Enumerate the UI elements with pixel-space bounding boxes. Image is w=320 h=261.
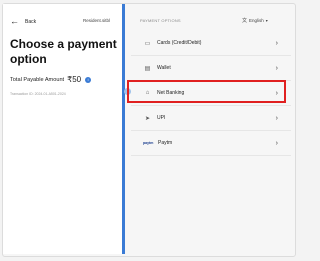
chevron-right-icon: › <box>275 64 278 72</box>
section-label: PAYMENT OPTIONS <box>140 18 181 23</box>
language-label: English <box>249 18 264 23</box>
arrow-left-icon: ← <box>10 16 19 26</box>
chevron-right-icon: › <box>275 114 278 122</box>
amount-row: Total Payable Amount ₹50 i <box>10 75 92 84</box>
option-label: Paytm <box>158 140 173 146</box>
merchant-name: Resident.sitbl <box>83 18 111 23</box>
amount-label: Total Payable Amount <box>10 76 65 83</box>
page-title: Choose a payment option <box>10 37 117 66</box>
back-button[interactable]: ← Back <box>10 17 36 26</box>
payment-options-panel: PAYMENT OPTIONS 文 English ▾ ▭ Cards (Cre… <box>131 4 291 254</box>
option-upi[interactable]: ➤ UPI › <box>131 106 291 131</box>
transaction-id: Transaction ID: 2024-01-A501-2024 <box>10 92 66 96</box>
translate-icon: 文 <box>242 18 248 24</box>
amount-value: ₹50 <box>67 75 82 84</box>
option-label: Cards (Credit/Debit) <box>157 40 202 46</box>
option-cards[interactable]: ▭ Cards (Credit/Debit) › <box>131 31 291 56</box>
paytm-logo: paytm <box>143 141 154 145</box>
upi-icon: ➤ <box>144 115 151 122</box>
chevron-down-icon: ▾ <box>265 18 268 23</box>
language-selector[interactable]: 文 English ▾ <box>242 17 268 24</box>
option-label: UPI <box>157 115 166 121</box>
option-wallet[interactable]: ▤ Wallet › <box>131 56 291 81</box>
chevron-right-icon: › <box>275 39 278 47</box>
info-icon[interactable]: i <box>85 76 92 83</box>
option-label: Wallet <box>157 65 171 71</box>
net-banking-highlight-box <box>127 80 286 103</box>
option-paytm[interactable]: paytm Paytm › <box>131 131 291 156</box>
summary-panel: ← Back Resident.sitbl Choose a payment o… <box>3 4 125 254</box>
card-icon: ▭ <box>144 40 151 47</box>
wallet-icon: ▤ <box>144 65 151 72</box>
chevron-right-icon: › <box>275 139 278 147</box>
back-label: Back <box>25 18 37 25</box>
